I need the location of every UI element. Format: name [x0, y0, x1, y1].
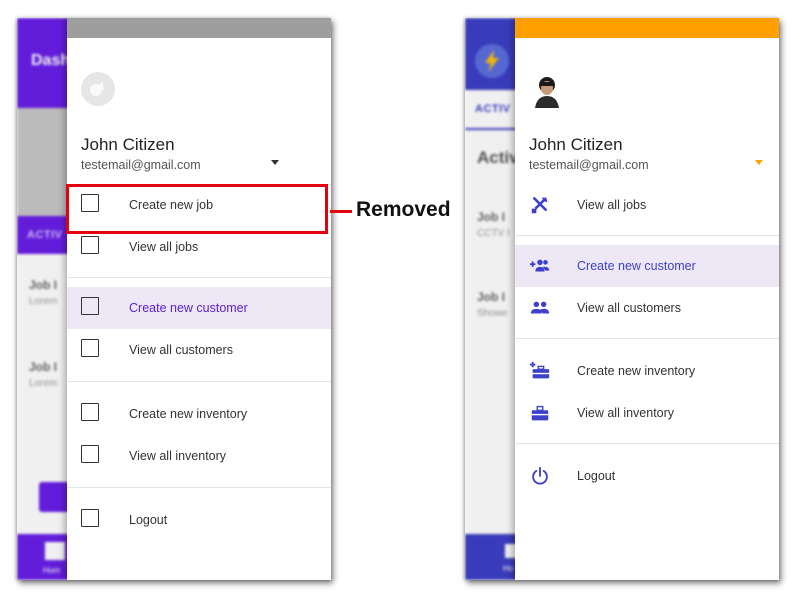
menu-item-label: Create new customer: [577, 259, 696, 273]
removed-connector-line: [330, 210, 352, 213]
menu-item-view-all-jobs[interactable]: View all jobs: [515, 184, 779, 226]
divider: [515, 338, 779, 339]
user-name: John Citizen: [81, 135, 175, 154]
removed-highlight-box: [66, 184, 328, 234]
user-name: John Citizen: [529, 135, 623, 154]
menu-item-create-new-customer[interactable]: Create new customer: [67, 287, 331, 329]
checkbox-placeholder-icon: [81, 403, 99, 421]
people-icon: [530, 301, 550, 314]
menu-item-logout[interactable]: Logout: [515, 455, 779, 497]
navigation-drawer: John Citizen testemail@gmail.com Create …: [67, 18, 331, 580]
power-icon: [532, 466, 548, 485]
add-toolbox-icon: [529, 361, 550, 379]
menu-item-label: Create new customer: [129, 301, 248, 315]
menu-item-label: View all inventory: [129, 449, 227, 463]
divider: [67, 381, 331, 382]
menu-item-label: View all jobs: [129, 240, 199, 254]
removed-label: Removed: [356, 198, 451, 221]
drawer-header-bar: [67, 18, 331, 38]
menu-item-label: Create new inventory: [577, 364, 696, 378]
menu-item-label: Create new inventory: [129, 407, 248, 421]
menu-item-create-new-inventory[interactable]: Create new inventory: [515, 350, 779, 392]
checkbox-placeholder-icon: [81, 236, 99, 254]
menu-item-view-all-customers[interactable]: View all customers: [67, 329, 331, 371]
user-email: testemail@gmail.com: [529, 158, 649, 172]
account-dropdown-icon[interactable]: [755, 160, 763, 165]
checkbox-placeholder-icon: [81, 339, 99, 357]
menu-item-label: View all inventory: [577, 406, 675, 420]
navigation-drawer: John Citizen testemail@gmail.com View al…: [515, 18, 779, 580]
menu-item-view-all-inventory[interactable]: View all inventory: [515, 392, 779, 434]
divider: [67, 487, 331, 488]
user-email: testemail@gmail.com: [81, 158, 201, 172]
menu-item-label: View all customers: [129, 343, 233, 357]
user-photo-icon: [531, 74, 563, 108]
drawer-header-bar: [515, 18, 779, 38]
divider: [67, 277, 331, 278]
toolbox-icon: [531, 405, 549, 421]
menu-item-label: View all customers: [577, 301, 681, 315]
account-dropdown-icon[interactable]: [271, 160, 279, 165]
add-people-icon: [529, 259, 550, 272]
divider: [515, 235, 779, 236]
menu-item-create-new-customer[interactable]: Create new customer: [515, 245, 779, 287]
before-screen: Dash ACTIV Job I Lorem Job I Lorem Hom J…: [17, 18, 331, 580]
menu-item-label: Logout: [577, 469, 616, 483]
checkbox-placeholder-icon: [81, 445, 99, 463]
menu-item-logout[interactable]: Logout: [67, 499, 331, 541]
menu-item-view-all-inventory[interactable]: View all inventory: [67, 435, 331, 477]
checkbox-placeholder-icon: [81, 509, 99, 527]
menu-item-create-new-inventory[interactable]: Create new inventory: [67, 393, 331, 435]
checkbox-placeholder-icon: [81, 297, 99, 315]
menu-item-label: View all jobs: [577, 198, 647, 212]
tools-icon: [531, 196, 548, 214]
menu-item-view-all-customers[interactable]: View all customers: [515, 287, 779, 329]
divider: [515, 443, 779, 444]
menu-item-label: Logout: [129, 513, 168, 527]
after-screen: ACTIV Activ Job I CCTV I Job I Showe Ho …: [465, 18, 779, 580]
placeholder-logo-icon: [81, 72, 115, 106]
